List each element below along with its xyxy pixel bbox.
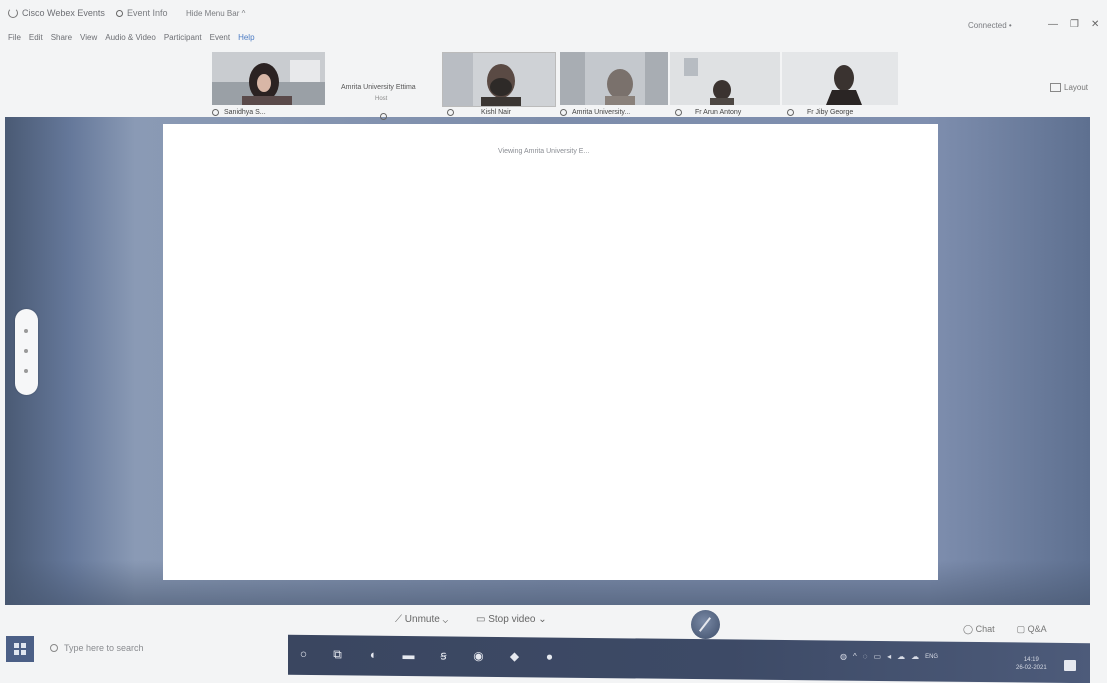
mic-icon — [380, 113, 387, 120]
meeting-controls: ⟋ Unmute ⌄ ▭ Stop video ⌄ — [395, 614, 547, 625]
participant-name: Amrita University Ettima — [341, 84, 416, 91]
unmute-button[interactable]: ⟋ Unmute ⌄ — [395, 614, 448, 625]
video-thumbnail — [443, 53, 555, 106]
edge-icon[interactable]: ◐ — [366, 648, 381, 663]
title-bar: Cisco Webex Events Event Info Hide Menu … — [0, 0, 1107, 30]
video-thumbnail — [212, 52, 325, 105]
task-view-icon[interactable]: ⧉ — [330, 647, 345, 662]
participant-tile[interactable]: Fr Jiby George — [782, 52, 898, 128]
menu-file[interactable]: File — [8, 33, 21, 42]
participant-caption: Fr Jiby George — [787, 109, 853, 116]
participant-video — [212, 52, 325, 105]
windows-start-button[interactable] — [6, 636, 34, 662]
taskbar-clock[interactable]: 14:19 26-02-2021 — [1016, 656, 1047, 672]
participant-video — [560, 52, 668, 105]
participant-role: Host — [375, 96, 388, 102]
participant-caption: Amrita University... — [560, 109, 630, 116]
search-icon — [50, 644, 58, 652]
volume-icon[interactable]: ◂ — [887, 652, 891, 661]
panel-controls: ◯ Chat ▢ Q&A — [963, 624, 1047, 635]
info-icon — [116, 9, 123, 17]
show-hidden-icons-icon[interactable]: ^ — [853, 652, 857, 661]
minimize-button[interactable]: — — [1048, 19, 1058, 30]
mic-icon — [675, 109, 682, 116]
handle-dot — [24, 329, 28, 333]
menu-event[interactable]: Event — [210, 33, 230, 42]
menu-edit[interactable]: Edit — [29, 33, 43, 42]
handle-dot — [24, 349, 28, 353]
participant-strip: Sanidhya S... Amrita University Ettima H… — [210, 52, 900, 132]
participant-video — [670, 52, 780, 105]
participant-tile[interactable]: Fr Arun Antony — [670, 52, 780, 128]
menu-bar: File Edit Share View Audio & Video Parti… — [8, 33, 255, 42]
participant-video — [442, 52, 556, 107]
video-thumbnail — [670, 52, 780, 105]
participant-tile[interactable]: Sanidhya S... — [212, 52, 325, 128]
app-title: Cisco Webex Events — [8, 8, 105, 18]
menu-share[interactable]: Share — [51, 33, 72, 42]
mic-icon — [787, 109, 794, 116]
cloud-icon[interactable]: ☁ — [897, 652, 905, 661]
store-icon[interactable]: ꞩ — [436, 648, 451, 663]
taskbar: ○ ⧉ ◐ ▬ ꞩ ◉ ◆ ● — [288, 634, 1090, 683]
menu-help[interactable]: Help — [238, 33, 254, 42]
taskbar-search[interactable]: Type here to search — [50, 643, 144, 653]
battery-icon[interactable]: ▭ — [874, 652, 882, 661]
webex-logo-icon — [8, 8, 18, 18]
shared-content — [163, 124, 938, 580]
participant-caption — [380, 113, 387, 120]
event-info-button[interactable]: Event Info — [116, 8, 168, 18]
network-icon[interactable]: ◌ — [863, 652, 868, 661]
app-icon[interactable]: ◆ — [507, 649, 522, 664]
layout-button[interactable]: Layout — [1050, 83, 1088, 92]
menu-audio-video[interactable]: Audio & Video — [105, 33, 156, 42]
participant-tile[interactable]: Kishl Nair — [442, 52, 556, 128]
cortana-icon[interactable]: ○ — [296, 647, 311, 662]
video-thumbnail — [560, 52, 668, 105]
menu-view[interactable]: View — [80, 33, 97, 42]
webex-app-icon[interactable]: ● — [542, 649, 557, 664]
restore-button[interactable]: ❐ — [1070, 19, 1079, 30]
connection-status[interactable]: Connected • — [968, 21, 1012, 30]
end-meeting-button[interactable] — [691, 610, 720, 639]
qa-button[interactable]: ▢ Q&A — [1017, 624, 1047, 635]
side-panel-handle[interactable] — [15, 309, 38, 395]
user-tray-icon[interactable]: ◍ — [840, 652, 847, 661]
chrome-icon[interactable]: ◉ — [471, 649, 486, 664]
handle-dot — [24, 369, 28, 373]
mic-icon — [560, 109, 567, 116]
participant-caption: Kishl Nair — [447, 109, 511, 116]
stop-video-button[interactable]: ▭ Stop video ⌄ — [476, 614, 547, 625]
language-indicator[interactable]: ENG — [925, 654, 938, 660]
file-explorer-icon[interactable]: ▬ — [401, 648, 416, 663]
notifications-icon[interactable] — [1064, 660, 1076, 671]
close-button[interactable]: ✕ — [1091, 19, 1099, 30]
onedrive-icon[interactable]: ☁ — [911, 652, 919, 661]
mic-icon — [447, 109, 454, 116]
viewing-label: Viewing Amrita University E... — [498, 148, 590, 155]
chat-button[interactable]: ◯ Chat — [963, 624, 995, 635]
system-tray: ◍ ^ ◌ ▭ ◂ ☁ ☁ ENG — [840, 652, 938, 661]
participant-tile[interactable]: Amrita University Ettima Host — [335, 52, 435, 128]
participant-tile[interactable]: Amrita University... — [560, 52, 668, 128]
video-thumbnail — [782, 52, 898, 105]
menu-participant[interactable]: Participant — [164, 33, 202, 42]
participant-caption: Fr Arun Antony — [675, 109, 741, 116]
participant-caption: Sanidhya S... — [212, 109, 266, 116]
layout-icon — [1050, 83, 1061, 92]
mic-icon — [212, 109, 219, 116]
hide-menu-bar-button[interactable]: Hide Menu Bar ^ — [186, 9, 245, 18]
windows-logo-icon — [14, 643, 26, 655]
participant-video — [782, 52, 898, 105]
